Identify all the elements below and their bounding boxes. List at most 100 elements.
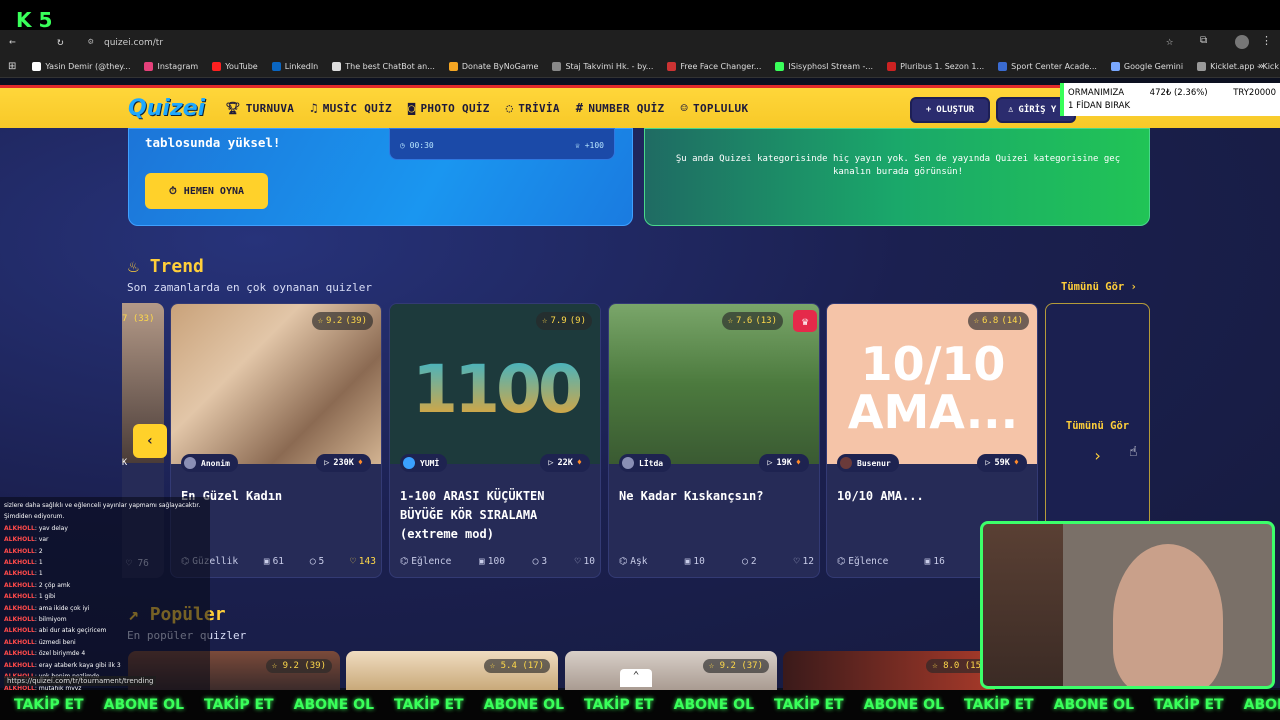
points: ♕ +100 [575,141,604,150]
apps-icon[interactable]: ⊞ [8,61,16,72]
chat-message: ALKHOLL: var [4,536,49,544]
chat-bubble-icon: ◌ [505,101,514,115]
menu-icon[interactable]: ⋮ [1261,34,1272,47]
avatar [184,457,196,469]
fire-icon: ♦ [357,458,363,468]
nav-community[interactable]: ☺ TOPLULUK [680,101,748,115]
play-icon: ▷ [767,458,773,468]
timer: ◷ 00:30 [400,141,434,150]
create-button[interactable]: + OLUŞTUR [910,97,990,123]
comment-count: ◯ 5 [309,556,325,567]
play-now-button[interactable]: ⏱ HEMEN OYNA [145,173,268,209]
fire-icon: ♦ [1013,458,1019,468]
quiz-title[interactable]: 1-100 ARASI KÜÇÜKTEN BÜYÜĞE KÖR SIRALAMA… [400,487,595,544]
brand-logo[interactable]: Quizei [128,96,205,121]
stream-chat: sizlere daha sağlıklı ve eğlenceli yayın… [0,497,210,692]
carousel-prev-button[interactable]: ‹ [133,424,167,458]
bookmark-item[interactable]: Yasin Demir (@they... [32,61,130,71]
avatar [403,457,415,469]
comment-count: ◯ 3 [532,556,548,567]
rating-badge: ☆ 7.6 (13) [721,312,783,330]
bookmark-item[interactable]: The best ChatBot an... [332,61,435,71]
bookmark-item[interactable]: Free Face Changer... [667,61,761,71]
category: ⌬ Eğlence [400,556,452,567]
camera-icon: ◙ [407,101,416,115]
bookmark-item[interactable]: Google Gemini [1110,61,1183,71]
quiz-meta: ⌬ Güzellik ▣ 61 ◯ 5 ♡ 143 [181,556,376,567]
bookmark-item[interactable]: Instagram [144,61,198,71]
popular-quiz-card[interactable]: ☆ 9.2 (37) [565,651,777,691]
chevron-up-icon: ⌃ [632,669,640,682]
nav-music-quiz[interactable]: ♫ MUSİC QUİZ [310,101,392,115]
quiz-title[interactable]: 10/10 AMA... [837,487,1032,506]
address-bar-row: ← ↻ ⚙ quizei.com/tr ☆ ⧉ ⋮ [0,30,1280,55]
chat-message: ALKHOLL: 2 [4,547,43,555]
profile-avatar[interactable] [1235,35,1249,49]
question-count: ▣ 16 [924,556,945,567]
chat-message: ALKHOLL: 1 [4,559,43,567]
bookmark-item[interactable]: Donate ByNoGame [448,61,538,71]
nav-tournament[interactable]: 🏆︎ TURNUVA [225,101,294,115]
see-all-card[interactable]: Tümünü Gör › [1045,303,1150,543]
bookmark-item[interactable]: ISisyphosI Stream -... [775,61,873,71]
follow-banner: TAKİP ET ABONE OL TAKİP ET ABONE OL TAKİ… [0,690,1280,720]
question-count: ▣ 61 [263,556,285,567]
quiz-thumbnail [609,304,819,464]
music-icon: ♫ [310,101,318,115]
nav-number-quiz[interactable]: # NUMBER QUİZ [576,101,665,115]
popular-quiz-card[interactable]: ☆ 5.4 (17) [346,651,558,691]
flame-icon: ♨︎ [128,256,139,277]
reload-icon[interactable]: ↻ [57,35,64,48]
bookmark-item[interactable]: Staj Takvimi Hk. - by... [552,61,653,71]
hero-question-preview: ◷ 00:30 ♕ +100 [389,128,615,160]
bookmark-item[interactable]: Pluribus 1. Sezon 1... [887,61,984,71]
chat-message: ALKHOLL: yav delay [4,524,68,532]
plus-icon: + [925,105,932,115]
author-chip[interactable]: Anonim [181,454,238,472]
like-count[interactable]: ♡ 12 [794,556,814,567]
chat-message: ALKHOLL: abi dur atak geçiricem [4,627,107,635]
author-chip[interactable]: YUMİ [400,454,448,472]
linkedin-icon [271,61,281,71]
bookmark-item[interactable]: YouTube [212,61,258,71]
trend-see-all-link[interactable]: Tümünü Gör › [1061,281,1137,293]
bookshelf [983,524,1063,686]
more-bookmarks-icon[interactable]: » [1258,61,1264,72]
play-icon: ▷ [548,458,554,468]
quiz-title[interactable]: Ne Kadar Kıskançsın? [619,487,814,506]
bookmark-item[interactable]: Kicklet.app - Kick C... [1197,61,1280,71]
popular-quiz-card[interactable]: ☆ 8.0 (15 [783,651,995,691]
streamer [1113,544,1223,686]
author-chip[interactable]: Lİtda [619,454,672,472]
stream-logo: K 5 [16,8,53,32]
nav-photo-quiz[interactable]: ◙ PHOTO QUİZ [408,101,490,115]
quiz-meta: ⌬ Aşk ▣ 10 ◯ 2 ♡ 12 [619,556,814,567]
quiz-card[interactable]: ♛ ☆ 7.6 (13) Lİtda ▷ 19K ♦ Ne Kadar Kıskançs… [608,303,820,578]
donation-ticker: ORMANIMIZA 472₺ (2.36%) TRY20000 1 FİDAN B… [1060,83,1280,116]
rating-badge: ☆ 9.2 (39) [311,312,373,330]
url-field[interactable]: quizei.com/tr [104,38,163,48]
chat-message: ALKHOLL: 1 gibi [4,593,56,601]
chat-message: ALKHOLL: eray ataberk kaya gibi ilk 3 [4,661,121,669]
page-icon [887,61,897,71]
quiz-title[interactable]: En Güzel Kadın [181,487,376,506]
scroll-top-button[interactable]: ⌃ [620,669,652,687]
site-info-icon[interactable]: ⚙ [88,37,93,47]
trend-subtitle: Son zamanlarda en çok oynanan quizler [127,281,373,294]
bookmark-item[interactable]: Sport Center Acade... [998,61,1097,71]
bynogame-icon [448,61,458,71]
back-icon[interactable]: ← [9,35,16,48]
extensions-icon[interactable]: ⧉ [1200,35,1207,46]
plays-badge: ▷ 59K ♦ [977,454,1027,472]
nav-trivia[interactable]: ◌ TRİVİA [506,101,560,115]
chat-message: ALKHOLL: ama ikide çok iyi [4,604,90,612]
quiz-card[interactable]: 1100 ☆ 7.9 (9) YUMİ ▷ 22K ♦ 1-100 ARASI KÜÇÜ… [389,303,601,578]
bookmark-item[interactable]: LinkedIn [271,61,318,71]
author-chip[interactable]: Busenur [837,454,899,472]
like-count[interactable]: ♡ 143 [350,556,376,567]
users-icon: ☺ [680,101,689,115]
bookmark-star-icon[interactable]: ☆ [1166,34,1173,48]
live-streams-card: Şu anda Quizei kategorisinde hiç yayın y… [644,128,1150,226]
like-count[interactable]: ♡ 10 [575,556,595,567]
crown-icon: ♛ [793,310,817,332]
